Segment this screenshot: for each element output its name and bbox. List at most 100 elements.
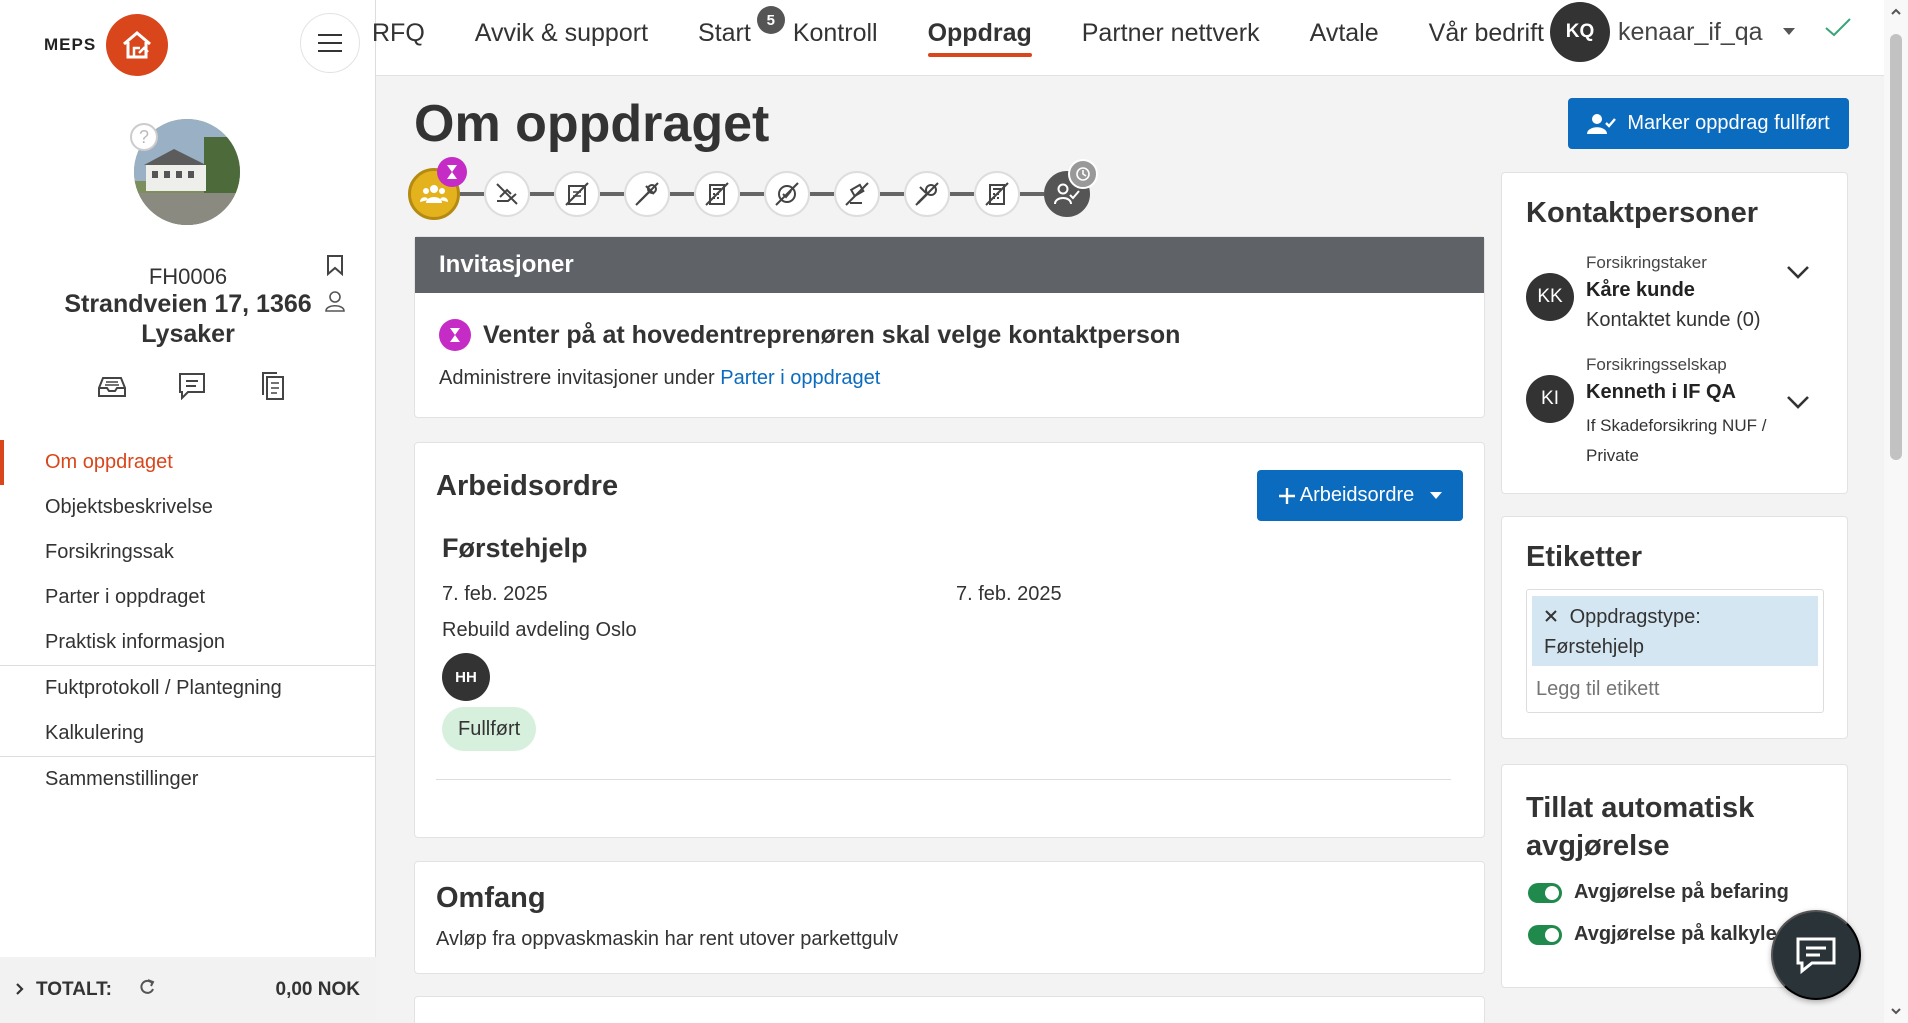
- tab-start-label: Start: [698, 18, 751, 47]
- question-icon[interactable]: ?: [130, 123, 158, 151]
- tags-input-box[interactable]: Oppdragstype: Førstehjelp: [1526, 589, 1824, 713]
- tab-avtale[interactable]: Avtale: [1310, 0, 1379, 66]
- tab-start[interactable]: Start 5: [698, 0, 785, 66]
- brand[interactable]: MEPS: [44, 14, 169, 76]
- object-id: FH0006: [148, 264, 228, 289]
- calculator-disabled-icon: [985, 182, 1009, 206]
- tag-label: Oppdragstype: Førstehjelp: [1544, 606, 1701, 658]
- parter-link[interactable]: Parter i oppdraget: [720, 367, 880, 389]
- scroll-down-icon[interactable]: [1890, 1005, 1902, 1017]
- chat-button[interactable]: [1771, 910, 1861, 1000]
- contacts-card: Kontaktpersoner KK Forsikringstaker Kåre…: [1501, 172, 1848, 494]
- progress-steps: [408, 157, 1098, 220]
- scrollbar[interactable]: [1884, 0, 1908, 1023]
- toggle-row: Avgjørelse på kalkyle: [1528, 923, 1777, 946]
- contact-avatar: KI: [1526, 375, 1574, 423]
- work-order-title[interactable]: Førstehjelp: [442, 533, 588, 564]
- work-orders-title: Arbeidsordre: [436, 470, 619, 502]
- sidebar-item-forsikringssak[interactable]: Forsikringssak: [0, 530, 376, 575]
- sidebar-item-kalkulering[interactable]: Kalkulering: [0, 711, 376, 756]
- tab-var-bedrift[interactable]: Vår bedrift: [1429, 0, 1544, 66]
- scroll-up-icon[interactable]: [1890, 6, 1902, 18]
- tags-card: Etiketter Oppdragstype: Førstehjelp: [1501, 516, 1848, 739]
- total-label: TOTALT:: [36, 979, 112, 1000]
- contact-item[interactable]: KK Forsikringstaker Kåre kunde Kontaktet…: [1526, 253, 1786, 332]
- step-approval[interactable]: [764, 171, 810, 217]
- house-logo-icon: [106, 14, 169, 76]
- step-invitations[interactable]: [408, 157, 467, 220]
- step-tools[interactable]: [624, 171, 670, 217]
- hamburger-icon: [318, 34, 342, 52]
- work-order-company: Rebuild avdeling Oslo: [442, 619, 637, 641]
- tab-partner-nettverk[interactable]: Partner nettverk: [1082, 0, 1260, 66]
- total-bar[interactable]: TOTALT: 0,00 NOK: [0, 957, 376, 1023]
- befaring-toggle[interactable]: [1528, 882, 1562, 903]
- refresh-icon[interactable]: [138, 978, 156, 1002]
- scroll-thumb[interactable]: [1890, 34, 1902, 460]
- invitation-status-text: Venter på at hovedentreprenøren skal vel…: [483, 320, 1181, 349]
- sidebar-item-objektsbeskrivelse[interactable]: Objektsbeskrivelse: [0, 485, 376, 530]
- brand-name: MEPS: [44, 35, 97, 54]
- step-report[interactable]: [554, 171, 600, 217]
- sidebar-item-fuktprotokoll[interactable]: Fuktprotokoll / Plantegning: [0, 666, 376, 711]
- sidebar-item-om-oppdraget[interactable]: Om oppdraget: [0, 440, 376, 485]
- bookmark-icon[interactable]: [326, 254, 344, 281]
- divider: [436, 779, 1451, 780]
- hamburger-menu-button[interactable]: [300, 13, 360, 73]
- tab-oppdrag[interactable]: Oppdrag: [927, 0, 1032, 66]
- tab-avvik-support[interactable]: Avvik & support: [475, 0, 648, 66]
- calculator-disabled-icon: [705, 182, 729, 206]
- invitations-header: Invitasjoner: [415, 237, 1484, 293]
- copy-documents-icon[interactable]: [256, 370, 288, 402]
- step-repair[interactable]: [904, 171, 950, 217]
- top-nav: RFQ Avvik & support Start 5 Kontroll Opp…: [372, 0, 1594, 66]
- toggle-label: Avgjørelse på kalkyle: [1574, 923, 1777, 945]
- kalkyle-toggle[interactable]: [1528, 924, 1562, 945]
- object-actions: [96, 370, 288, 402]
- chevron-right-icon[interactable]: [16, 979, 24, 1001]
- caret-down-icon: [1782, 23, 1795, 41]
- clock-icon: [1068, 159, 1098, 189]
- tag-chip: Oppdragstype: Førstehjelp: [1532, 596, 1818, 666]
- sidebar-item-sammenstillinger[interactable]: Sammenstillinger: [0, 757, 376, 802]
- mark-complete-button[interactable]: Marker oppdrag fullført: [1568, 98, 1849, 149]
- tab-rfq[interactable]: RFQ: [372, 0, 425, 66]
- assignee-avatar: HH: [442, 653, 490, 701]
- check-icon[interactable]: [1824, 16, 1852, 43]
- user-avatar: KQ: [1550, 2, 1610, 62]
- contact-item[interactable]: KI Forsikringsselskap Kenneth i IF QA If…: [1526, 355, 1786, 471]
- add-work-order-button[interactable]: Arbeidsordre: [1257, 470, 1463, 521]
- user-menu[interactable]: KQ kenaar_if_qa: [1550, 2, 1795, 62]
- object-photo[interactable]: ?: [130, 119, 240, 225]
- contact-role: Forsikringstaker: [1586, 253, 1707, 272]
- step-inspection[interactable]: [484, 171, 530, 217]
- step-completed[interactable]: [1044, 159, 1098, 217]
- step-decision[interactable]: [834, 171, 880, 217]
- sidebar-item-parter[interactable]: Parter i oppdraget: [0, 575, 376, 620]
- clipboard-disabled-icon: [565, 182, 589, 206]
- notification-badge: 5: [756, 6, 785, 34]
- hourglass-icon: [439, 319, 471, 351]
- close-icon[interactable]: [1544, 606, 1558, 628]
- work-order-status-badge: Fullført: [442, 707, 537, 751]
- add-tag-input[interactable]: [1536, 678, 1806, 701]
- message-icon[interactable]: [176, 370, 208, 402]
- chevron-down-icon[interactable]: [1786, 265, 1810, 284]
- tab-kontroll[interactable]: Kontroll: [793, 0, 878, 66]
- group-icon: [420, 185, 448, 203]
- scope-title: Omfang: [436, 882, 546, 914]
- person-icon[interactable]: [324, 290, 346, 317]
- sidebar-item-praktisk-informasjon[interactable]: Praktisk informasjon: [0, 620, 376, 665]
- work-order-start-date: 7. feb. 2025: [442, 583, 548, 605]
- chevron-down-icon[interactable]: [1786, 395, 1810, 414]
- step-calculation[interactable]: [694, 171, 740, 217]
- total-amount: 0,00 NOK: [275, 979, 360, 1000]
- inbox-icon[interactable]: [96, 370, 128, 402]
- caret-down-icon: [1430, 491, 1443, 499]
- chat-icon: [1796, 937, 1836, 975]
- plus-icon: [1278, 487, 1295, 504]
- tools-disabled-icon: [635, 182, 659, 206]
- add-work-order-label: Arbeidsordre: [1299, 484, 1415, 506]
- badge-disabled-icon: [775, 182, 799, 206]
- step-final-calculation[interactable]: [974, 171, 1020, 217]
